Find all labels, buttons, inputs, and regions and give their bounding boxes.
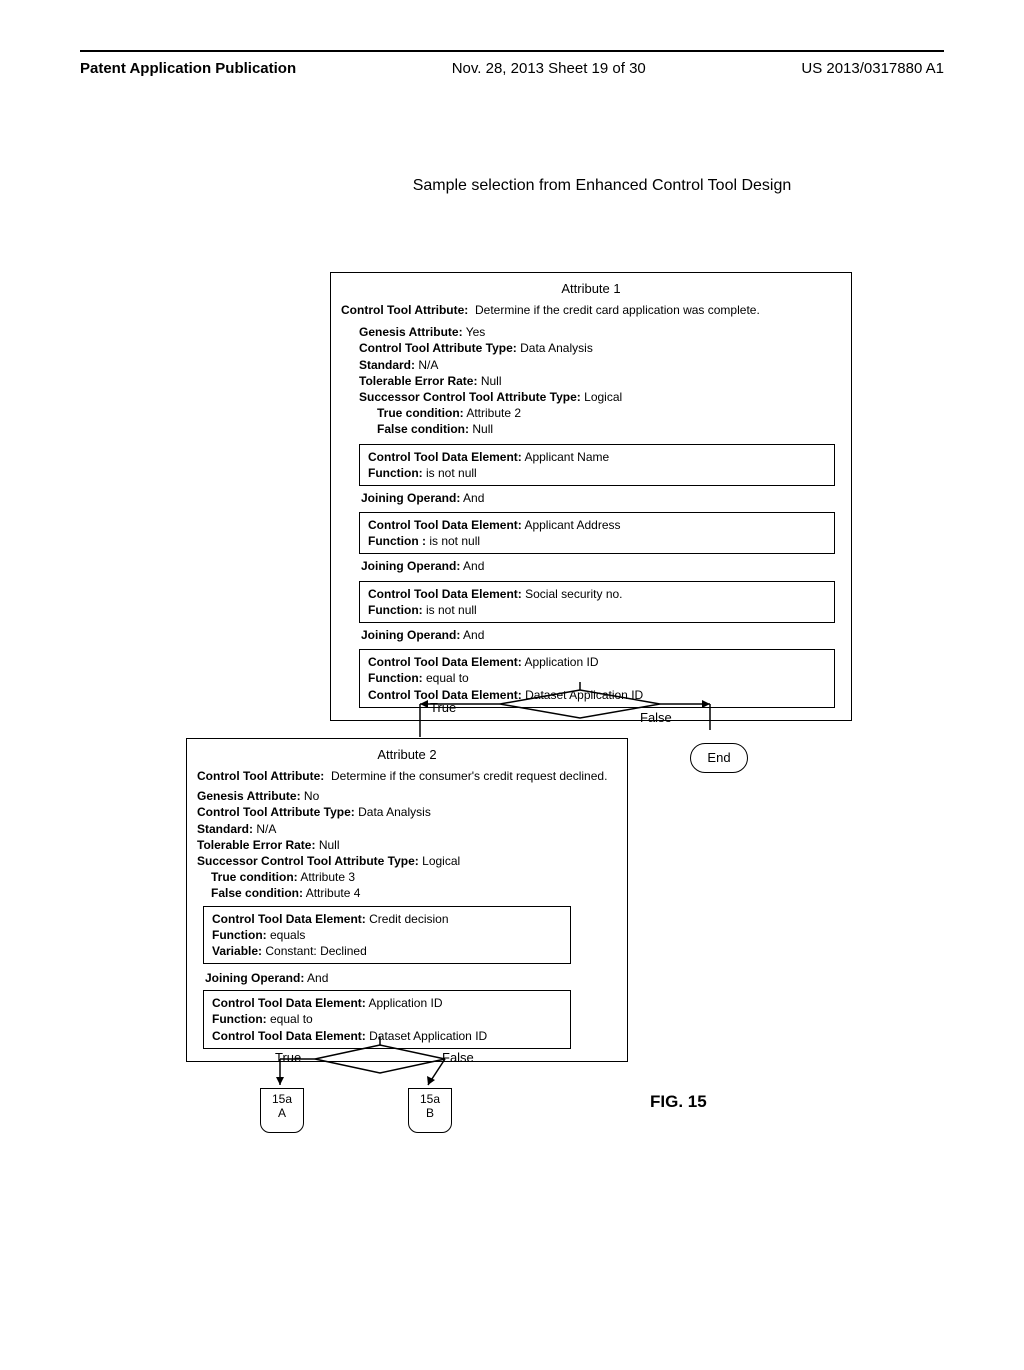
attr1-title: Attribute 1: [341, 281, 841, 296]
sample-title: Sample selection from Enhanced Control T…: [0, 177, 1024, 195]
attr2-succ-label: Successor Control Tool Attribute Type:: [197, 854, 419, 868]
op-label: Joining Operand:: [361, 491, 460, 505]
attr2-genesis-label: Genesis Attribute:: [197, 789, 301, 803]
fn-value: is not null: [426, 466, 477, 480]
attr1-succ-value: Logical: [584, 390, 622, 404]
attr2-genesis-value: No: [304, 789, 319, 803]
de-value: Applicant Name: [524, 450, 609, 464]
attr1-true-label: True condition:: [377, 406, 464, 420]
attr2-meta: Genesis Attribute: No Control Tool Attri…: [197, 788, 617, 901]
flow2-true: True: [275, 1050, 301, 1065]
fn-label: Function :: [368, 534, 426, 548]
attr1-cta-value: Determine if the credit card application…: [475, 303, 760, 317]
de-label: Control Tool Data Element:: [368, 587, 522, 601]
page-header: Patent Application Publication Nov. 28, …: [0, 52, 1024, 77]
end-terminal: End: [690, 743, 748, 773]
decision-1: [330, 682, 760, 742]
fn-label: Function:: [368, 603, 423, 617]
attr2-cta-label: Control Tool Attribute:: [197, 769, 324, 783]
de-value: Application ID: [368, 996, 442, 1010]
attr1-genesis-label: Genesis Attribute:: [359, 325, 463, 339]
attr1-type-value: Data Analysis: [520, 341, 593, 355]
conn-b-line2: B: [426, 1106, 434, 1120]
attr1-false-label: False condition:: [377, 422, 469, 436]
de-label: Control Tool Data Element:: [368, 655, 522, 669]
attr1-op1: Joining Operand: And: [361, 488, 841, 508]
attr2-succ-value: Logical: [422, 854, 460, 868]
op-value: And: [307, 971, 328, 985]
figure-label: FIG. 15: [650, 1092, 707, 1112]
op-label: Joining Operand:: [361, 628, 460, 642]
attr1-standard-value: N/A: [418, 358, 438, 372]
conn-a-line2: A: [278, 1106, 286, 1120]
attr1-de2-box: Control Tool Data Element: Applicant Add…: [359, 512, 835, 554]
attr2-standard-value: N/A: [256, 822, 276, 836]
attr1-type-label: Control Tool Attribute Type:: [359, 341, 517, 355]
attribute-1-box: Attribute 1 Control Tool Attribute: Dete…: [330, 272, 852, 721]
attr2-standard-label: Standard:: [197, 822, 253, 836]
attribute-2-box: Attribute 2 Control Tool Attribute: Dete…: [186, 738, 628, 1062]
attr2-false-value: Attribute 4: [306, 886, 361, 900]
var-label: Variable:: [212, 944, 262, 958]
attr2-de1-box: Control Tool Data Element: Credit decisi…: [203, 906, 571, 965]
flow1-false: False: [640, 710, 672, 725]
de-label: Control Tool Data Element:: [368, 450, 522, 464]
flow2-false: False: [442, 1050, 474, 1065]
op-label: Joining Operand:: [361, 559, 460, 573]
attr2-tolerable-value: Null: [319, 838, 340, 852]
op-label: Joining Operand:: [205, 971, 304, 985]
conn-b-line1: 15a: [420, 1092, 440, 1106]
attr1-de3-box: Control Tool Data Element: Social securi…: [359, 581, 835, 623]
pub-number: US 2013/0317880 A1: [801, 60, 944, 77]
fn-label: Function:: [212, 1012, 267, 1026]
attr2-false-label: False condition:: [211, 886, 303, 900]
attr2-true-label: True condition:: [211, 870, 298, 884]
attr1-cta: Control Tool Attribute: Determine if the…: [341, 302, 841, 318]
connector-b: 15a B: [408, 1088, 452, 1133]
attr1-cta-label: Control Tool Attribute:: [341, 303, 468, 317]
fn-value: is not null: [426, 603, 477, 617]
attr2-true-value: Attribute 3: [300, 870, 355, 884]
fn-label: Function:: [368, 466, 423, 480]
flow1-true: True: [430, 700, 456, 715]
pub-type: Patent Application Publication: [80, 60, 296, 77]
var-value: Constant: Declined: [265, 944, 366, 958]
fn-value: equal to: [270, 1012, 313, 1026]
attr2-tolerable-label: Tolerable Error Rate:: [197, 838, 315, 852]
attr2-type-label: Control Tool Attribute Type:: [197, 805, 355, 819]
attr2-cta: Control Tool Attribute: Determine if the…: [197, 768, 617, 784]
attr2-op1: Joining Operand: And: [205, 966, 617, 986]
de-value: Application ID: [524, 655, 598, 669]
de-value: Credit decision: [369, 912, 448, 926]
op-value: And: [463, 628, 484, 642]
attr2-title: Attribute 2: [197, 747, 617, 762]
de-label: Control Tool Data Element:: [212, 996, 366, 1010]
fn-value: is not null: [429, 534, 480, 548]
fn-label: Function:: [212, 928, 267, 942]
connector-a: 15a A: [260, 1088, 304, 1133]
de-value: Social security no.: [525, 587, 622, 601]
attr1-op2: Joining Operand: And: [361, 556, 841, 576]
de-value: Applicant Address: [524, 518, 620, 532]
page-info: Nov. 28, 2013 Sheet 19 of 30: [452, 60, 646, 77]
op-value: And: [463, 559, 484, 573]
de-label: Control Tool Data Element:: [368, 518, 522, 532]
op-value: And: [463, 491, 484, 505]
attr1-false-value: Null: [472, 422, 493, 436]
attr1-de1-box: Control Tool Data Element: Applicant Nam…: [359, 444, 835, 486]
attr1-tolerable-value: Null: [481, 374, 502, 388]
attr1-true-value: Attribute 2: [466, 406, 521, 420]
attr1-standard-label: Standard:: [359, 358, 415, 372]
attr2-cta-value: Determine if the consumer's credit reque…: [331, 769, 607, 783]
attr1-op3: Joining Operand: And: [361, 625, 841, 645]
de-label: Control Tool Data Element:: [212, 912, 366, 926]
attr1-genesis-value: Yes: [466, 325, 486, 339]
decision-2: [200, 1037, 540, 1092]
fn-value: equals: [270, 928, 305, 942]
attr2-type-value: Data Analysis: [358, 805, 431, 819]
conn-a-line1: 15a: [272, 1092, 292, 1106]
attr1-succ-label: Successor Control Tool Attribute Type:: [359, 390, 581, 404]
attr1-tolerable-label: Tolerable Error Rate:: [359, 374, 477, 388]
attr1-meta: Genesis Attribute: Yes Control Tool Attr…: [359, 324, 841, 437]
